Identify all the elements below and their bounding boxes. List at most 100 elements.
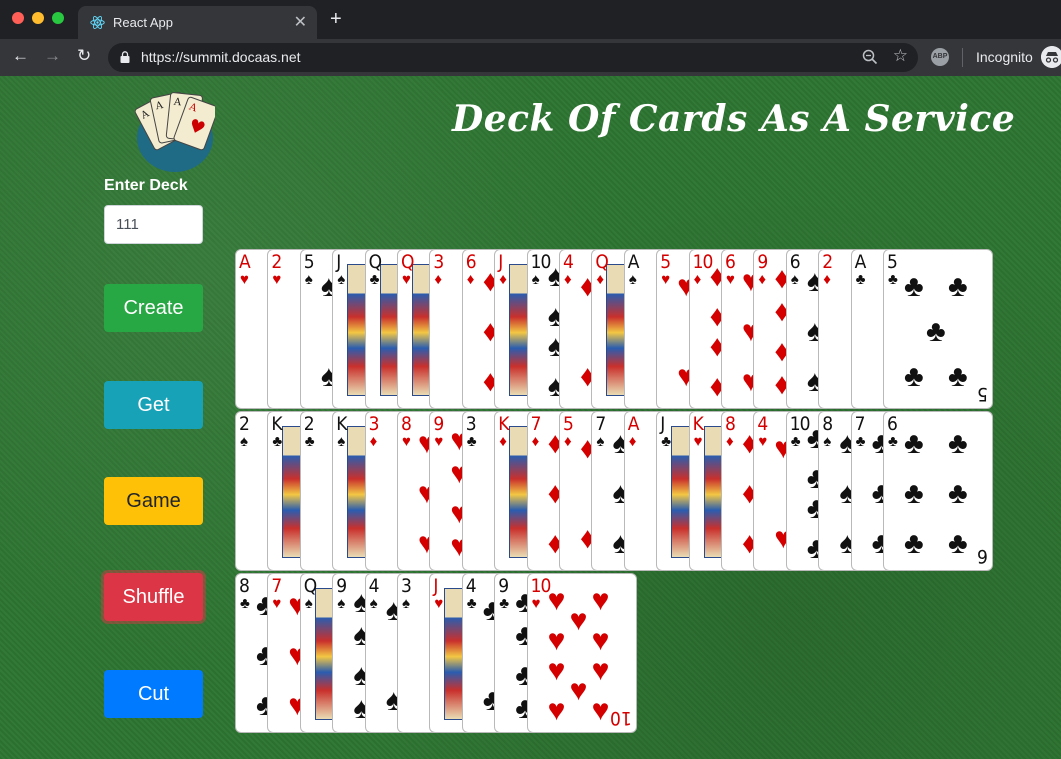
card-rank: 6 — [725, 251, 736, 273]
playing-card[interactable]: 6 ♣ ♣ ♣ ♣ ♣ ♣ ♣ 6 — [883, 411, 993, 571]
card-suit-icon: ♣ — [855, 433, 866, 450]
card-suit-icon: ♣ — [499, 595, 510, 612]
card-rank: 4 — [368, 575, 380, 597]
card-suit-icon: ♥ — [272, 271, 282, 288]
url-text: https://summit.docaas.net — [141, 49, 301, 65]
reload-button[interactable]: ↻ — [77, 46, 91, 66]
card-rank: K — [498, 413, 509, 435]
tab-title: React App — [113, 15, 173, 30]
card-suit-icon: ♣ — [855, 271, 866, 288]
card-rank: 2 — [271, 251, 282, 273]
card-rank: K — [271, 413, 282, 435]
card-suit-icon: ♣ — [466, 595, 477, 612]
card-pip-icon: ♣ — [948, 527, 968, 560]
lock-icon — [120, 51, 130, 63]
card-suit-icon: ♠ — [337, 595, 346, 612]
card-pip-icon: ♥ — [569, 674, 588, 707]
close-tab-icon[interactable]: ✕ — [294, 12, 307, 32]
card-suit-icon: ♠ — [790, 271, 799, 288]
card-rank: Q — [595, 251, 608, 273]
card-rank: 5 — [563, 413, 574, 435]
card-pip-icon: ♣ — [904, 477, 924, 510]
card-rank: A — [627, 413, 640, 435]
card-suit-icon: ♠ — [628, 271, 637, 288]
card-rank: 8 — [239, 575, 250, 597]
card-suit-icon: ♦ — [628, 433, 637, 450]
page-title: Deck Of Cards As A Service — [452, 98, 1016, 140]
card-suit-icon: ♠ — [337, 433, 346, 450]
card-suit-icon: ♥ — [402, 433, 411, 450]
card-suit-icon: ♦ — [466, 271, 475, 288]
card-suit-icon: ♦ — [434, 271, 443, 288]
incognito-icon[interactable] — [1041, 46, 1061, 68]
card-pip-icon: ♥ — [591, 654, 610, 687]
card-rank: 6 — [465, 251, 477, 273]
card-suit-icon: ♦ — [726, 433, 734, 450]
card-pip-icon: ♥ — [591, 624, 610, 657]
maximize-window-button[interactable] — [52, 12, 64, 24]
card-rank: 2 — [822, 251, 833, 273]
card-suit-icon: ♠ — [402, 595, 410, 612]
card-suit-icon: ♥ — [240, 271, 249, 288]
card-rank: 9 — [757, 251, 768, 273]
card-suit-icon: ♥ — [693, 433, 703, 450]
card-rank-bottom: 6 — [977, 545, 988, 567]
card-rank: J — [498, 251, 503, 273]
card-pip-icon: ♣ — [948, 360, 968, 393]
card-pip-icon: ♥ — [591, 694, 610, 727]
card-rank: 4 — [563, 251, 574, 273]
card-pip-icon: ♥ — [547, 694, 566, 727]
card-suit-icon: ♦ — [758, 271, 767, 288]
browser-tab[interactable]: React App ✕ — [78, 6, 317, 39]
card-pip-icon: ♣ — [904, 360, 924, 393]
card-rank: 3 — [401, 575, 412, 597]
card-suit-icon: ♦ — [823, 271, 831, 288]
card-suit-icon: ♥ — [531, 595, 541, 612]
card-rank: Q — [401, 251, 414, 273]
card-suit-icon: ♦ — [564, 271, 572, 288]
incognito-label[interactable]: Incognito — [976, 49, 1033, 65]
card-pip-icon: ♥ — [547, 654, 566, 687]
card-pip-icon: ♣ — [904, 270, 924, 303]
card-suit-icon: ♣ — [661, 433, 672, 450]
card-rank: 9 — [498, 575, 509, 597]
browser-tab-bar: React App ✕ + — [0, 0, 1061, 39]
zoom-icon[interactable] — [862, 49, 878, 65]
card-suit-icon: ♣ — [272, 433, 283, 450]
card-rank: 4 — [757, 413, 768, 435]
close-window-button[interactable] — [12, 12, 24, 24]
card-suit-icon: ♣ — [790, 433, 801, 450]
card-pip-icon: ♣ — [904, 427, 924, 460]
card-pip-icon: ♣ — [948, 427, 968, 460]
back-button[interactable]: ← — [12, 46, 29, 66]
bookmark-star-icon[interactable]: ☆ — [893, 46, 908, 66]
minimize-window-button[interactable] — [32, 12, 44, 24]
adblock-icon[interactable]: ABP — [931, 48, 949, 66]
card-rank: Q — [303, 575, 317, 597]
create-button[interactable]: Create — [104, 284, 203, 332]
card-suit-icon: ♣ — [888, 433, 898, 450]
address-bar[interactable]: https://summit.docaas.net ☆ — [108, 43, 918, 72]
card-suit-icon: ♠ — [240, 433, 248, 450]
card-rank: 3 — [368, 413, 380, 435]
new-tab-button[interactable]: + — [330, 9, 342, 29]
playing-card[interactable]: 5 ♣ ♣ ♣ ♣ ♣ ♣ 5 — [883, 249, 993, 409]
card-rank: 4 — [465, 575, 477, 597]
cut-button[interactable]: Cut — [104, 670, 203, 718]
forward-button[interactable]: → — [44, 46, 61, 66]
game-button[interactable]: Game — [104, 477, 203, 525]
card-suit-icon: ♦ — [531, 433, 540, 450]
card-rank: K — [336, 413, 347, 435]
card-pip-icon: ♥ — [591, 584, 610, 617]
card-suit-icon: ♣ — [240, 595, 250, 612]
deck-input[interactable] — [104, 205, 203, 244]
shuffle-button[interactable]: Shuffle — [104, 573, 203, 621]
card-rank: 7 — [271, 575, 282, 597]
card-suit-icon: ♣ — [369, 271, 380, 288]
card-rank: A — [627, 251, 640, 273]
get-button[interactable]: Get — [104, 381, 203, 429]
card-suit-icon: ♠ — [304, 271, 313, 288]
playing-card[interactable]: 10 ♥ ♥ ♥ ♥ ♥ ♥ ♥ ♥ ♥ ♥ ♥ 10 — [526, 573, 637, 733]
card-rank: 7 — [854, 413, 866, 435]
card-rank: 8 — [822, 413, 833, 435]
